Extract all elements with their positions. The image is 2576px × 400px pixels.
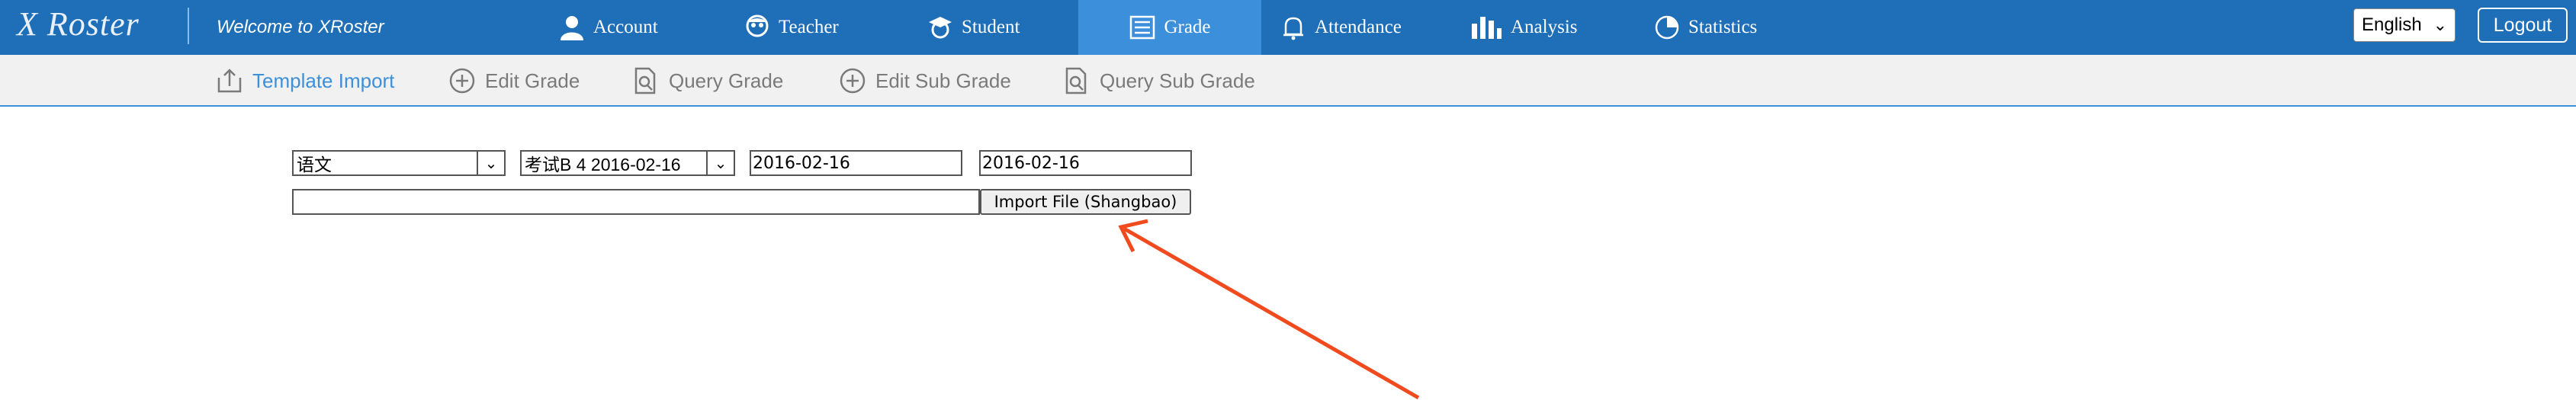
annotation-arrow [1118, 219, 1420, 400]
